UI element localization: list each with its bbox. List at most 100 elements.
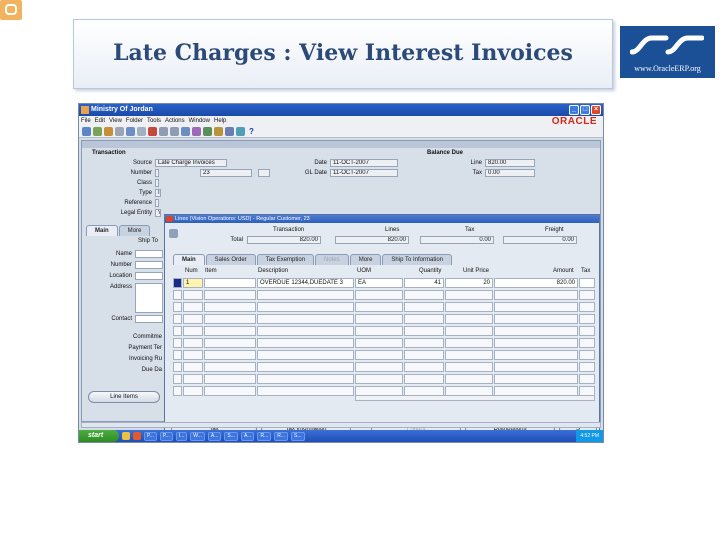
empty-cell[interactable]: [183, 374, 203, 384]
total-tax-field[interactable]: 0.00: [420, 236, 494, 244]
grid-horizontal-scrollbar[interactable]: [355, 395, 595, 401]
date-field[interactable]: 11-OCT-2007: [330, 159, 398, 167]
empty-cell[interactable]: [404, 362, 444, 372]
taskbar-item[interactable]: S...: [224, 431, 238, 441]
empty-cell[interactable]: [183, 338, 203, 348]
empty-cell[interactable]: [173, 374, 182, 384]
empty-cell[interactable]: [183, 290, 203, 300]
lines-tab-ship-to[interactable]: Ship To Information: [382, 254, 452, 265]
empty-cell[interactable]: [445, 350, 493, 360]
taskbar-item[interactable]: A...: [240, 431, 255, 441]
type-field[interactable]: Ir: [155, 189, 161, 197]
total-freight-field[interactable]: 0.00: [503, 236, 577, 244]
empty-cell[interactable]: [579, 302, 595, 312]
empty-cell[interactable]: [173, 290, 182, 300]
empty-cell[interactable]: [173, 338, 182, 348]
row-selector[interactable]: [173, 278, 182, 288]
cell-num[interactable]: 1: [183, 278, 203, 288]
navigator-icon[interactable]: [104, 127, 113, 136]
print-icon[interactable]: [126, 127, 135, 136]
number-prefix-field[interactable]: [155, 169, 159, 177]
empty-cell[interactable]: [204, 302, 256, 312]
empty-cell[interactable]: [183, 350, 203, 360]
cell-uom[interactable]: EA: [355, 278, 403, 288]
lines-tab-main[interactable]: Main: [173, 254, 205, 265]
reference-field[interactable]: [155, 199, 159, 207]
empty-cell[interactable]: [204, 338, 256, 348]
folder-icon[interactable]: [169, 229, 178, 238]
empty-cell[interactable]: [404, 326, 444, 336]
quicklaunch-icon-2[interactable]: [133, 432, 141, 440]
empty-cell[interactable]: [579, 338, 595, 348]
empty-cell[interactable]: [494, 302, 578, 312]
zoom-icon[interactable]: [214, 127, 223, 136]
empty-cell[interactable]: [355, 290, 403, 300]
empty-cell[interactable]: [445, 302, 493, 312]
total-transaction-field[interactable]: 820.00: [247, 236, 321, 244]
empty-cell[interactable]: [494, 338, 578, 348]
empty-cell[interactable]: [445, 290, 493, 300]
empty-cell[interactable]: [173, 314, 182, 324]
menu-file[interactable]: File: [81, 116, 91, 126]
start-button[interactable]: start: [79, 430, 119, 442]
empty-cell[interactable]: [204, 314, 256, 324]
empty-cell[interactable]: [173, 362, 182, 372]
empty-cell[interactable]: [183, 302, 203, 312]
empty-cell[interactable]: [173, 350, 182, 360]
taskbar-item[interactable]: P...: [144, 431, 157, 441]
empty-cell[interactable]: [445, 338, 493, 348]
taskbar-item[interactable]: A...: [207, 431, 222, 441]
paste-icon[interactable]: [170, 127, 179, 136]
empty-cell[interactable]: [257, 386, 354, 396]
taskbar-item[interactable]: S...: [291, 431, 305, 441]
empty-cell[interactable]: [445, 314, 493, 324]
empty-cell[interactable]: [183, 326, 203, 336]
empty-cell[interactable]: [257, 338, 354, 348]
empty-cell[interactable]: [257, 326, 354, 336]
taskbar-item[interactable]: R...: [274, 431, 289, 441]
empty-cell[interactable]: [579, 374, 595, 384]
location-field[interactable]: [135, 272, 163, 280]
clear-icon[interactable]: [181, 127, 190, 136]
empty-cell[interactable]: [355, 374, 403, 384]
empty-cell[interactable]: [257, 350, 354, 360]
empty-cell[interactable]: [579, 314, 595, 324]
address-field[interactable]: [135, 283, 163, 313]
gl-date-field[interactable]: 11-OCT-2007: [330, 169, 398, 177]
menu-actions[interactable]: Actions: [165, 116, 185, 126]
empty-cell[interactable]: [355, 314, 403, 324]
minimize-button[interactable]: _: [569, 105, 579, 115]
empty-cell[interactable]: [173, 302, 182, 312]
form-horizontal-scrollbar[interactable]: [81, 422, 601, 428]
attachments-icon[interactable]: [225, 127, 234, 136]
empty-cell[interactable]: [204, 326, 256, 336]
empty-cell[interactable]: [204, 386, 256, 396]
empty-cell[interactable]: [204, 362, 256, 372]
class-field[interactable]: [155, 179, 159, 187]
taskbar-item[interactable]: I...: [175, 431, 188, 441]
empty-cell[interactable]: [204, 374, 256, 384]
empty-cell[interactable]: [173, 326, 182, 336]
lines-tab-more[interactable]: More: [349, 254, 382, 265]
cell-quantity[interactable]: 41: [404, 278, 444, 288]
empty-cell[interactable]: [173, 386, 182, 396]
source-field[interactable]: Late Charge Invoices: [155, 159, 227, 167]
empty-cell[interactable]: [494, 350, 578, 360]
help-icon[interactable]: ?: [247, 127, 256, 136]
menu-edit[interactable]: Edit: [95, 116, 105, 126]
empty-cell[interactable]: [445, 374, 493, 384]
empty-cell[interactable]: [183, 314, 203, 324]
maximize-button[interactable]: □: [580, 105, 590, 115]
comment-icon[interactable]: [0, 0, 22, 20]
empty-cell[interactable]: [257, 302, 354, 312]
taskbar-item[interactable]: W...: [190, 431, 205, 441]
menu-help[interactable]: Help: [214, 116, 226, 126]
empty-cell[interactable]: [204, 290, 256, 300]
empty-cell[interactable]: [355, 326, 403, 336]
number-field[interactable]: 23: [200, 169, 252, 177]
contact-field[interactable]: [135, 315, 163, 323]
cut-icon[interactable]: [148, 127, 157, 136]
empty-cell[interactable]: [204, 350, 256, 360]
menu-tools[interactable]: Tools: [147, 116, 161, 126]
cell-item[interactable]: [204, 278, 256, 288]
